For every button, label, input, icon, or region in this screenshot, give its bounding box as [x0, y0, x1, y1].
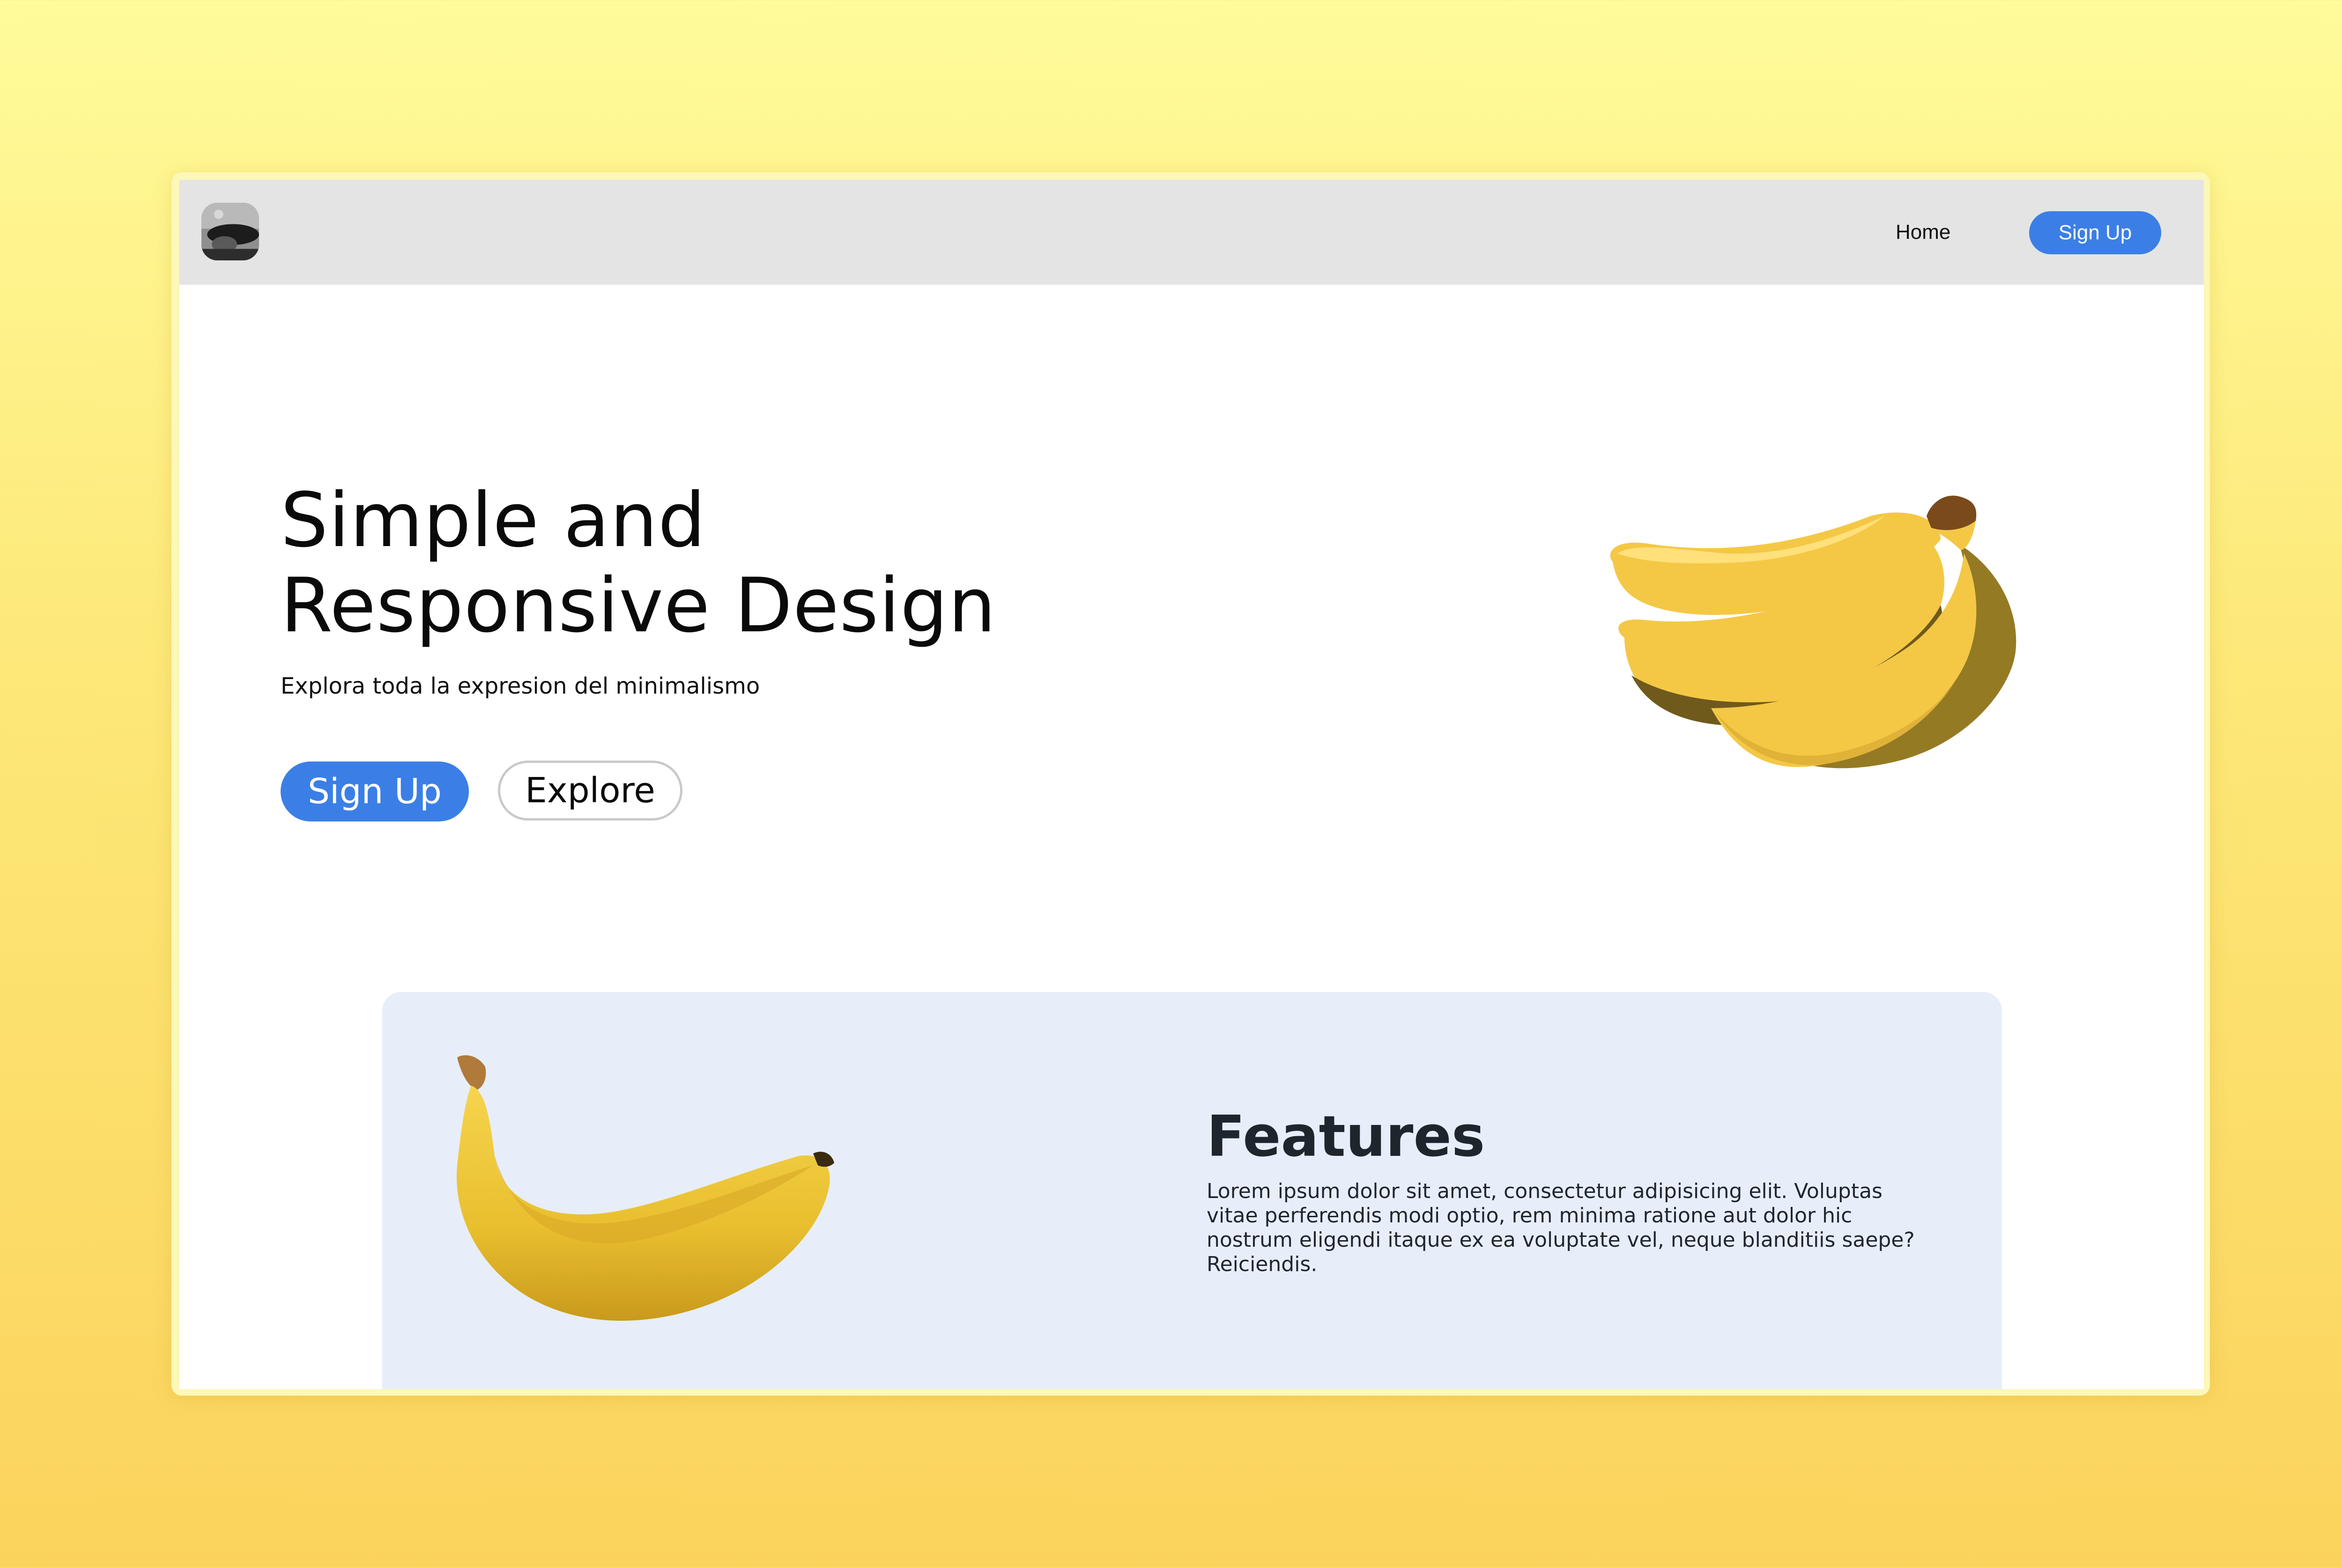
banana-photo-body: [456, 1086, 830, 1321]
profile-avatar-icon: [201, 203, 259, 260]
browser-window: Home Sign Up Simple and Responsive Design…: [179, 180, 2204, 1389]
hero-title-line-2: Responsive Design: [281, 562, 996, 649]
banana-bunch-illustration: [1610, 496, 2016, 769]
hero-explore-button[interactable]: Explore: [498, 761, 682, 821]
avatar[interactable]: [201, 203, 259, 260]
banana-photo-tip: [457, 1055, 486, 1090]
banana-stem-shape: [1927, 496, 1977, 530]
features-card: Features Lorem ipsum dolor sit amet, con…: [382, 992, 2002, 1389]
features-description: Lorem ipsum dolor sit amet, consectetur …: [1207, 1179, 1915, 1276]
navbar: Home Sign Up: [179, 180, 2204, 285]
hero-signup-button[interactable]: Sign Up: [281, 762, 469, 821]
features-title: Features: [1207, 1104, 1485, 1169]
banana-photo: [456, 1055, 834, 1321]
nav-home-link[interactable]: Home: [1896, 218, 1950, 246]
hero-title: Simple and Responsive Design: [281, 478, 1077, 648]
hero-title-line-1: Simple and: [281, 476, 706, 564]
nav-signup-button[interactable]: Sign Up: [2029, 211, 2161, 254]
hero-subtitle: Explora toda la expresion del minimalism…: [281, 673, 760, 699]
